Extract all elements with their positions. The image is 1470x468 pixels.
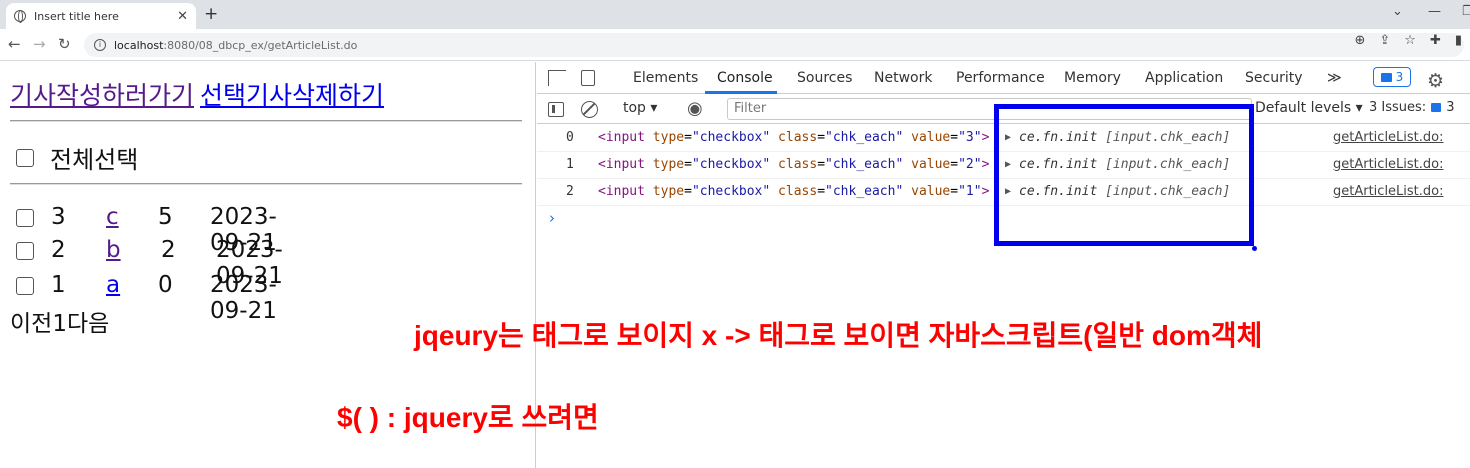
annotation-dot: [1252, 246, 1257, 251]
annotation-highlight-box: [994, 104, 1254, 246]
browser-tab[interactable]: Insert title here ✕: [6, 3, 196, 29]
messages-count: 3: [1395, 70, 1404, 84]
element-preview[interactable]: <input type="checkbox" class="chk_each" …: [598, 184, 989, 199]
action-links: 기사작성하러가기 선택기사삭제하기: [10, 76, 384, 112]
screen: Insert title here ✕ + ⌄ — ❐ ← → ↻ i loca…: [0, 0, 1470, 468]
extensions-icon[interactable]: ✚: [1430, 33, 1441, 48]
source-link[interactable]: getArticleList.do:: [1333, 157, 1444, 172]
url-host: localhost: [114, 38, 164, 52]
write-article-link[interactable]: 기사작성하러가기: [10, 81, 194, 110]
log-levels-dropdown[interactable]: Default levels ▾: [1255, 100, 1363, 116]
sidepanel-icon[interactable]: ▮: [1455, 33, 1462, 48]
article-title-link[interactable]: a: [106, 272, 120, 298]
annotation-note-jquery: $( ) : jquery로 쓰려면: [337, 402, 599, 433]
article-count: 5: [158, 204, 173, 230]
delete-selected-link[interactable]: 선택기사삭제하기: [200, 81, 384, 110]
article-title-link[interactable]: b: [106, 237, 121, 263]
tab-security[interactable]: Security: [1245, 70, 1303, 86]
console-prompt[interactable]: ›: [549, 209, 555, 227]
article-count: 0: [158, 272, 173, 298]
issues-count: 3: [1446, 100, 1455, 115]
annotation-note-tag: jqeury는 태그로 보이지 x -> 태그로 보이면 자바스크립트(일반 d…: [414, 320, 1263, 351]
share-icon[interactable]: ⇪: [1379, 33, 1390, 48]
globe-icon: [14, 10, 26, 23]
active-tab-indicator: [705, 91, 777, 94]
reload-button[interactable]: ↻: [58, 35, 71, 53]
row-index: 0: [566, 130, 574, 145]
zoom-icon[interactable]: ⊕: [1354, 33, 1365, 48]
back-button[interactable]: ←: [8, 35, 21, 53]
tab-title: Insert title here: [34, 9, 119, 23]
star-icon[interactable]: ☆: [1404, 33, 1416, 48]
chevron-down-icon[interactable]: ⌄: [1392, 4, 1403, 19]
message-icon: [1380, 72, 1392, 82]
select-all-checkbox[interactable]: [16, 148, 34, 167]
element-preview[interactable]: <input type="checkbox" class="chk_each" …: [598, 157, 989, 172]
info-icon[interactable]: i: [94, 39, 106, 51]
tab-elements[interactable]: Elements: [633, 70, 698, 86]
sidebar-toggle-icon[interactable]: [548, 102, 564, 117]
message-icon: [1431, 103, 1442, 112]
element-preview[interactable]: <input type="checkbox" class="chk_each" …: [598, 130, 989, 145]
url-bar[interactable]: i localhost:8080/08_dbcp_ex/getArticleLi…: [84, 33, 1464, 57]
select-all-label: 전체선택: [50, 146, 139, 174]
article-number: 3: [51, 204, 66, 230]
url-path: :8080/08_dbcp_ex/getArticleList.do: [163, 38, 358, 52]
minimize-button[interactable]: —: [1428, 4, 1441, 19]
gear-icon[interactable]: ⚙: [1427, 70, 1444, 92]
tab-application[interactable]: Application: [1145, 70, 1223, 86]
divider: [10, 183, 522, 185]
tab-console[interactable]: Console: [717, 70, 773, 86]
browser-tab-strip: Insert title here ✕ + ⌄ — ❐: [0, 0, 1470, 29]
address-toolbar: ← → ↻ i localhost:8080/08_dbcp_ex/getArt…: [0, 29, 1470, 61]
issues-button[interactable]: 3 Issues: 3: [1369, 100, 1454, 115]
tab-sources[interactable]: Sources: [797, 70, 852, 86]
forward-button[interactable]: →: [33, 35, 46, 53]
clear-console-icon[interactable]: [581, 101, 598, 118]
more-tabs-button[interactable]: ≫: [1327, 70, 1342, 86]
inspect-icon[interactable]: [548, 70, 566, 86]
select-all: 전체선택: [16, 140, 138, 175]
article-number: 2: [51, 237, 66, 263]
tab-close-button[interactable]: ✕: [177, 9, 188, 24]
devtools-tab-bar: Elements Console Sources Network Perform…: [537, 62, 1470, 94]
source-link[interactable]: getArticleList.do:: [1333, 184, 1444, 199]
divider: [10, 120, 522, 122]
pagination[interactable]: 이전1다음: [10, 304, 109, 338]
article-number: 1: [51, 272, 66, 298]
eye-icon[interactable]: ◉: [687, 98, 703, 119]
row-checkbox[interactable]: [16, 242, 34, 260]
context-selector[interactable]: top ▾: [623, 100, 657, 116]
issues-label: 3 Issues:: [1369, 100, 1427, 115]
row-index: 2: [566, 184, 574, 199]
tab-performance[interactable]: Performance: [956, 70, 1045, 86]
messages-badge[interactable]: 3: [1373, 67, 1411, 87]
row-checkbox[interactable]: [16, 209, 34, 227]
source-link[interactable]: getArticleList.do:: [1333, 130, 1444, 145]
row-index: 1: [566, 157, 574, 172]
new-tab-button[interactable]: +: [204, 4, 218, 24]
toolbar-icons: ⊕ ⇪ ☆ ✚ ▮: [1354, 33, 1462, 48]
row-checkbox[interactable]: [16, 277, 34, 295]
tab-memory[interactable]: Memory: [1064, 70, 1121, 86]
restore-button[interactable]: ❐: [1462, 4, 1470, 19]
device-toolbar-icon[interactable]: [581, 70, 595, 86]
article-date: 2023-09-21: [210, 272, 277, 324]
tab-network[interactable]: Network: [874, 70, 932, 86]
article-title-link[interactable]: c: [106, 204, 119, 230]
article-count: 2: [161, 237, 176, 263]
